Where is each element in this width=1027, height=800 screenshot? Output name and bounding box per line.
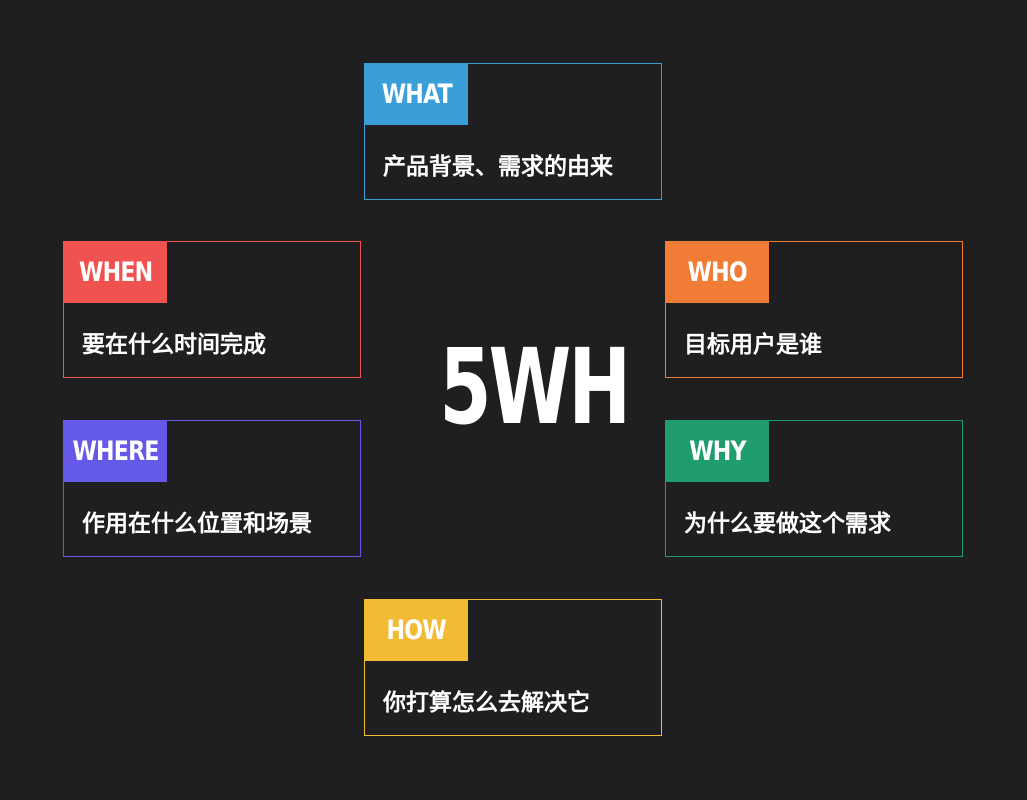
card-when: WHEN 要在什么时间完成	[63, 241, 361, 378]
tag-where: WHERE	[64, 421, 167, 482]
tag-why-label: WHY	[689, 436, 746, 467]
center-title-5wh: 5WH	[439, 326, 631, 448]
card-why-text: 为什么要做这个需求	[684, 511, 891, 537]
card-who: WHO 目标用户是谁	[665, 241, 963, 378]
tag-where-label: WHERE	[72, 436, 159, 467]
card-when-text: 要在什么时间完成	[82, 332, 266, 358]
tag-what-label: WHAT	[381, 79, 452, 110]
tag-when-label: WHEN	[78, 257, 153, 288]
tag-when: WHEN	[64, 242, 167, 303]
tag-how-label: HOW	[386, 615, 447, 646]
card-what: WHAT 产品背景、需求的由来	[364, 63, 662, 200]
tag-how: HOW	[365, 600, 468, 661]
card-how: HOW 你打算怎么去解决它	[364, 599, 662, 736]
card-what-text: 产品背景、需求的由来	[383, 154, 613, 180]
card-where: WHERE 作用在什么位置和场景	[63, 420, 361, 557]
tag-who: WHO	[666, 242, 769, 303]
tag-why: WHY	[666, 421, 769, 482]
card-why: WHY 为什么要做这个需求	[665, 420, 963, 557]
card-where-text: 作用在什么位置和场景	[82, 511, 312, 537]
card-how-text: 你打算怎么去解决它	[383, 690, 590, 716]
card-who-text: 目标用户是谁	[684, 332, 822, 358]
tag-what: WHAT	[365, 64, 468, 125]
tag-who-label: WHO	[687, 257, 748, 288]
